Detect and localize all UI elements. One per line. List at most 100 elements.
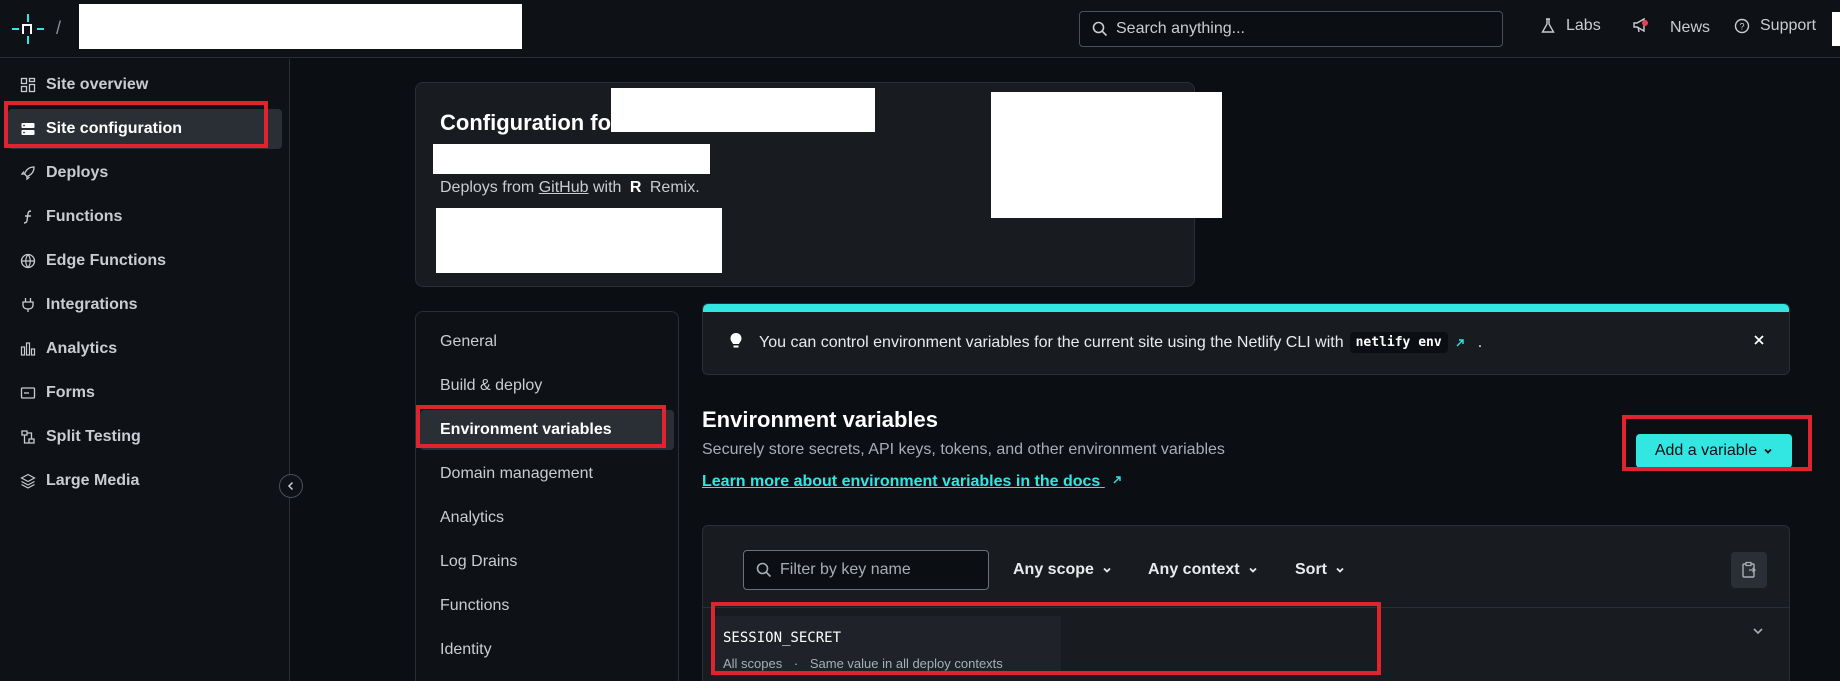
sidebar-item-functions[interactable]: Functions	[8, 197, 282, 237]
chevron-left-icon	[287, 481, 294, 491]
breadcrumb-separator: /	[56, 18, 62, 38]
cli-info-banner: You can control environment variables fo…	[702, 303, 1790, 375]
scope-filter-label: Any scope	[1013, 561, 1094, 578]
env-section-description: Securely store secrets, API keys, tokens…	[702, 441, 1225, 458]
redacted-site-preview	[991, 92, 1222, 218]
help-circle-icon: ?	[1734, 18, 1750, 34]
env-section-title: Environment variables	[702, 407, 938, 432]
env-docs-link-label: Learn more about environment variables i…	[702, 473, 1101, 490]
sidebar-item-label: Deploys	[46, 164, 109, 181]
support-link[interactable]: ? Support	[1734, 17, 1816, 35]
lightbulb-icon	[730, 333, 742, 348]
sidebar-item-label: Analytics	[46, 340, 118, 357]
search-placeholder: Search anything...	[1116, 20, 1245, 37]
banner-text: You can control environment variables fo…	[759, 333, 1344, 351]
news-label: News	[1670, 18, 1711, 36]
search-icon	[756, 562, 772, 578]
config-menu-general[interactable]: General	[416, 322, 678, 362]
sidebar-item-site-overview[interactable]: Site overview	[8, 65, 282, 105]
sidebar-item-label: Large Media	[46, 472, 140, 489]
collapse-sidebar-button[interactable]	[279, 474, 303, 498]
top-bar: / Search anything... Labs News ? Support	[0, 0, 1840, 58]
framework-name: Remix.	[649, 179, 700, 196]
env-docs-link[interactable]: Learn more about environment variables i…	[702, 473, 1123, 491]
globe-icon	[20, 253, 36, 269]
close-icon	[1754, 335, 1764, 345]
search-icon	[1092, 21, 1108, 37]
news-notification-dot	[1642, 20, 1648, 26]
external-link-icon	[1113, 476, 1121, 484]
highlight-box-session-secret	[711, 602, 1381, 675]
sidebar-item-split-testing[interactable]: Split Testing	[8, 417, 282, 457]
deploy-source: Deploys from GitHub with R Remix.	[440, 179, 700, 197]
flask-icon	[1541, 18, 1555, 33]
sidebar-item-label: Functions	[46, 208, 123, 225]
chevron-down-icon	[1336, 567, 1344, 573]
plug-icon	[22, 298, 34, 312]
redacted-site-url	[433, 144, 710, 174]
megaphone-icon	[1633, 17, 1645, 33]
highlight-box-add-variable	[1622, 415, 1812, 471]
sidebar-item-forms[interactable]: Forms	[8, 373, 282, 413]
grid-icon	[20, 77, 36, 93]
bar-chart-icon	[20, 342, 36, 356]
chevron-down-icon	[1248, 567, 1257, 573]
sidebar-item-analytics[interactable]: Analytics	[8, 329, 282, 369]
rocket-icon	[20, 166, 35, 181]
config-menu-domain-management[interactable]: Domain management	[416, 454, 678, 494]
redacted-avatar	[1832, 12, 1840, 46]
site-header-card: Configuration for Deploys from GitHub wi…	[415, 82, 1222, 287]
netlify-logo-icon[interactable]	[10, 12, 46, 46]
labs-link[interactable]: Labs	[1540, 17, 1601, 35]
labs-label: Labs	[1566, 17, 1601, 34]
config-menu-log-drains[interactable]: Log Drains	[416, 542, 678, 582]
close-banner-button[interactable]	[1747, 328, 1771, 352]
function-icon	[23, 210, 32, 224]
sidebar-item-label: Site overview	[46, 76, 149, 93]
search-input[interactable]: Search anything...	[1079, 11, 1503, 47]
config-menu-identity[interactable]: Identity	[416, 630, 678, 670]
form-icon	[20, 387, 36, 399]
sidebar-item-label: Integrations	[46, 296, 138, 313]
sidebar-item-label: Forms	[46, 384, 95, 401]
redacted-deploy-info	[436, 208, 722, 273]
github-link[interactable]: GitHub	[539, 179, 589, 196]
remix-icon: R	[629, 179, 642, 196]
filter-key-input[interactable]: Filter by key name	[743, 550, 989, 590]
config-menu: General Build & deploy Environment varia…	[415, 311, 679, 681]
split-icon	[21, 430, 35, 444]
sidebar: Site overview Site configuration Deploys…	[0, 59, 290, 681]
sidebar-item-label: Split Testing	[46, 428, 141, 445]
with-text: with	[592, 179, 622, 196]
highlight-box-environment-variables	[416, 405, 666, 448]
deploys-prefix: Deploys from	[440, 179, 535, 196]
context-filter-dropdown[interactable]: Any context	[1148, 561, 1258, 579]
clipboard-icon	[1742, 561, 1757, 578]
redacted-site-title	[611, 88, 875, 132]
svg-text:?: ?	[1739, 22, 1744, 32]
sidebar-item-deploys[interactable]: Deploys	[8, 153, 282, 193]
banner-suffix: .	[1477, 333, 1483, 351]
filter-placeholder: Filter by key name	[780, 561, 911, 578]
context-filter-label: Any context	[1148, 561, 1240, 578]
config-menu-build-deploy[interactable]: Build & deploy	[416, 366, 678, 406]
scope-filter-dropdown[interactable]: Any scope	[1013, 561, 1112, 579]
support-label: Support	[1760, 17, 1817, 34]
cli-command-code[interactable]: netlify env	[1349, 332, 1448, 353]
media-icon	[20, 473, 36, 489]
news-link[interactable]: News	[1632, 17, 1710, 38]
sidebar-item-edge-functions[interactable]: Edge Functions	[8, 241, 282, 281]
banner-message: You can control environment variables fo…	[759, 332, 1482, 353]
sidebar-item-large-media[interactable]: Large Media	[8, 461, 282, 501]
sidebar-item-label: Edge Functions	[46, 252, 166, 269]
chevron-down-icon[interactable]	[1751, 624, 1765, 638]
banner-accent-strip	[703, 304, 1789, 312]
config-menu-analytics[interactable]: Analytics	[416, 498, 678, 538]
sort-dropdown[interactable]: Sort	[1295, 561, 1345, 579]
sidebar-item-integrations[interactable]: Integrations	[8, 285, 282, 325]
sort-label: Sort	[1295, 561, 1327, 578]
external-link-icon[interactable]	[1454, 337, 1466, 349]
chevron-down-icon	[1103, 567, 1111, 573]
config-menu-functions[interactable]: Functions	[416, 586, 678, 626]
import-variables-button[interactable]	[1731, 552, 1767, 588]
